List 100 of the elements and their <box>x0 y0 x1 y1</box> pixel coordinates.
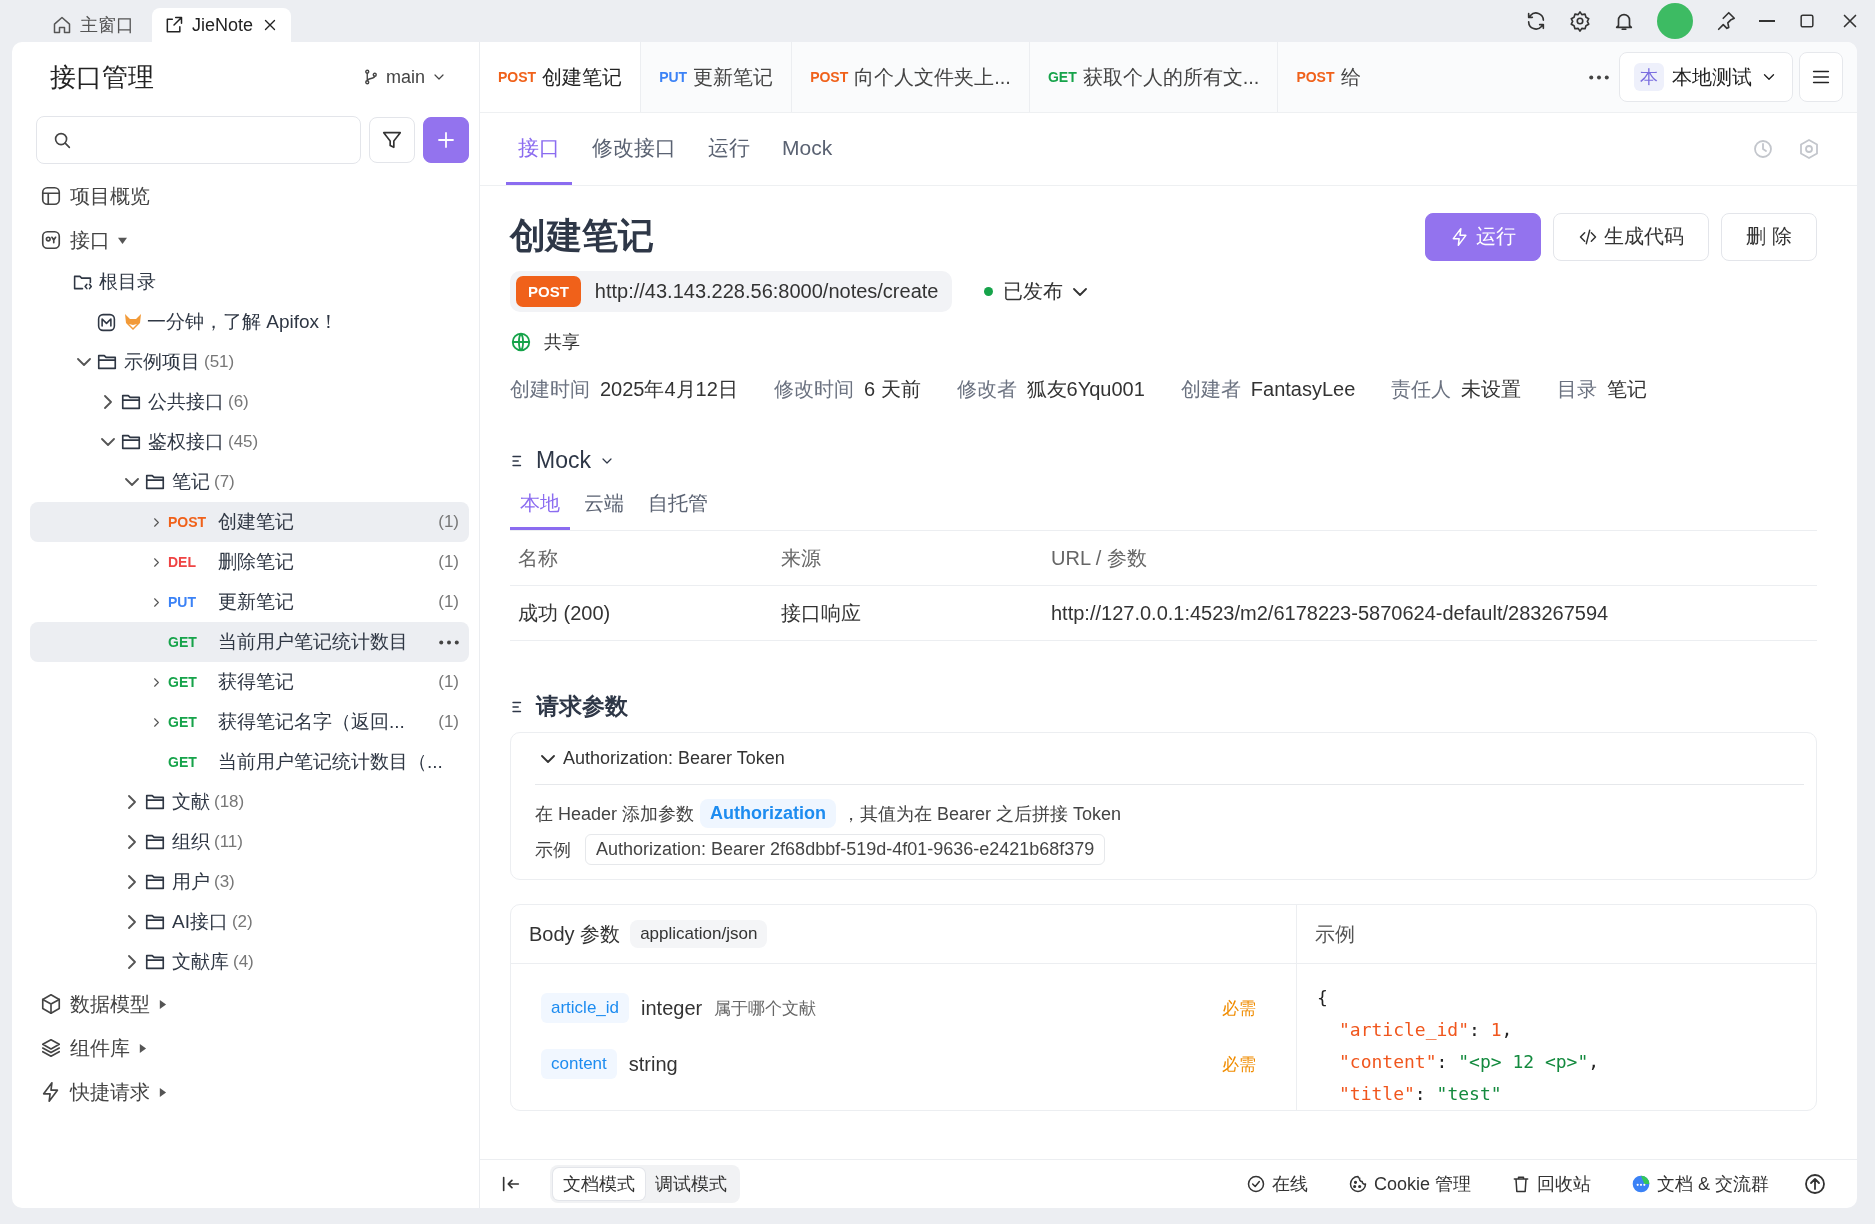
meta-value: FantasyLee <box>1250 378 1356 400</box>
method-label: PUT <box>168 594 197 610</box>
window-tab[interactable]: 主窗口 <box>40 8 146 42</box>
method-label: GET <box>168 714 198 730</box>
request-tab[interactable]: POST 向个人文件夹上... <box>792 42 1030 112</box>
code-line: { <box>1317 986 1329 1010</box>
auth-header[interactable]: Authorization: Bearer Token <box>535 733 1804 785</box>
endpoint-item[interactable]: GET 当前用户笔记统计数目（... <box>30 742 469 782</box>
view-tab[interactable]: 运行 <box>696 113 762 185</box>
globe-icon <box>510 331 532 353</box>
more-icon[interactable] <box>1589 74 1609 80</box>
method-label: DEL <box>168 554 197 570</box>
endpoint-item[interactable]: PUT 更新笔记 (1) <box>30 582 469 622</box>
pin-icon <box>1715 10 1737 32</box>
endpoint-item[interactable]: DEL 删除笔记 (1) <box>30 542 469 582</box>
request-tab[interactable]: GET 获取个人的所有文... <box>1029 42 1279 112</box>
nav-item[interactable]: 组件库 <box>70 1034 130 1062</box>
mode-toggle[interactable]: 调试模式 <box>645 1168 737 1200</box>
code-button[interactable]: 生成代码 <box>1553 212 1710 261</box>
triangle-right-icon[interactable] <box>138 1043 147 1053</box>
method-label: GET <box>168 754 198 770</box>
folder-label[interactable]: 公共接口 <box>148 389 224 415</box>
mode-toggle[interactable]: 文档模式 <box>553 1168 645 1200</box>
status-item[interactable]: 回收站 <box>1505 1171 1597 1197</box>
nav-item[interactable]: 项目概览 <box>70 182 150 210</box>
branch-icon <box>362 68 380 86</box>
meta-value: 未设置 <box>1461 378 1522 400</box>
mock-tab[interactable]: 自托管 <box>638 484 718 530</box>
code-line: "article_id": 1, <box>1338 1018 1514 1042</box>
request-tab[interactable]: POST 给 <box>1278 42 1361 112</box>
request-tab[interactable]: PUT 更新笔记 <box>641 42 793 112</box>
mock-tab[interactable]: 云端 <box>574 484 634 530</box>
meta-label: 目录 <box>1557 378 1598 400</box>
add-button[interactable] <box>423 117 469 163</box>
menu-button[interactable] <box>1799 52 1843 102</box>
environment-selector[interactable]: 本 本地测试 <box>1619 52 1793 102</box>
window-tab[interactable]: JieNote <box>152 8 292 42</box>
nav-item[interactable]: 接口 <box>70 226 110 254</box>
folder-label[interactable]: AI接口 <box>172 909 228 935</box>
chevron-down-icon <box>1073 287 1088 296</box>
folder-label[interactable]: 文献库 <box>172 949 229 975</box>
folder-label[interactable]: 笔记 <box>172 469 210 495</box>
search-field[interactable] <box>36 116 361 164</box>
filter-button[interactable] <box>369 117 415 163</box>
external-link-icon <box>164 15 184 35</box>
status-item[interactable]: 在线 <box>1239 1171 1314 1197</box>
endpoint-name: 删除笔记 <box>218 550 294 574</box>
item-count: (2) <box>231 912 253 932</box>
endpoint-name: 当前用户笔记统计数目 <box>218 630 408 654</box>
view-tab[interactable]: 修改接口 <box>580 113 688 185</box>
auth-description: ，其值为在 Bearer 之后拼接 Token <box>842 802 1122 826</box>
method-label: GET <box>168 634 198 650</box>
content-type-tag: application/json <box>630 920 768 948</box>
body-title: Body 参数 <box>529 921 621 947</box>
table-cell: 接口响应 <box>773 586 1043 641</box>
nav-item[interactable]: 数据模型 <box>70 990 150 1018</box>
tree-label[interactable]: 一分钟，了解 Apifox！ <box>147 309 339 335</box>
more-icon[interactable] <box>439 639 459 645</box>
request-tab[interactable]: POST 创建笔记 <box>480 42 642 112</box>
folder-label[interactable]: 鉴权接口 <box>148 429 224 455</box>
mock-tab[interactable]: 本地 <box>510 484 570 530</box>
folder-label[interactable]: 示例项目 <box>124 349 200 375</box>
chevron-down-icon <box>541 754 555 763</box>
fox-icon <box>123 312 143 332</box>
field-name: content <box>541 1049 617 1079</box>
meta-label: 修改时间 <box>773 378 854 400</box>
item-count: (1) <box>438 712 459 732</box>
branch-selector[interactable]: main <box>356 65 453 89</box>
section-title: Mock <box>536 447 591 474</box>
endpoint-item[interactable]: GET 获得笔记 (1) <box>30 662 469 702</box>
triangle-right-icon[interactable] <box>158 1087 167 1097</box>
endpoint-item[interactable]: GET 当前用户笔记统计数目 <box>30 622 469 662</box>
section-title: 请求参数 <box>536 692 628 721</box>
endpoint-item[interactable]: GET 获得笔记名字（返回... (1) <box>30 702 469 742</box>
item-count: (1) <box>438 552 459 572</box>
triangle-down-icon[interactable] <box>118 235 127 245</box>
run-button[interactable]: 运行 <box>1425 212 1542 261</box>
folder-label[interactable]: 文献 <box>172 789 210 815</box>
visibility-label: 共享 <box>544 331 580 354</box>
endpoint-name: 更新笔记 <box>218 590 294 614</box>
column-header: 名称 <box>510 531 773 586</box>
status-item[interactable]: Cookie 管理 <box>1341 1171 1477 1197</box>
folder-label[interactable]: 组织 <box>172 829 210 855</box>
item-count: (4) <box>233 952 254 972</box>
endpoint-name: 获得笔记 <box>218 670 294 694</box>
delete-button[interactable]: 删 除 <box>1721 212 1817 261</box>
tree-label[interactable]: 根目录 <box>99 269 156 295</box>
triangle-right-icon[interactable] <box>158 999 167 1009</box>
view-tab[interactable]: Mock <box>770 113 845 185</box>
scroll-top-icon <box>1803 1172 1827 1196</box>
panel-title: 接口管理 <box>50 60 154 94</box>
status-item[interactable]: 文档 & 交流群 <box>1625 1171 1775 1197</box>
endpoint-item[interactable]: POST 创建笔记 (1) <box>30 502 469 542</box>
meta-label: 创建者 <box>1180 378 1241 400</box>
folder-label[interactable]: 用户 <box>172 869 210 895</box>
nav-item[interactable]: 快捷请求 <box>70 1078 150 1106</box>
status-selector[interactable]: 已发布 <box>978 277 1094 306</box>
endpoint-name: 获得笔记名字（返回... <box>218 710 405 734</box>
home-icon <box>52 15 72 35</box>
view-tab[interactable]: 接口 <box>506 113 572 185</box>
